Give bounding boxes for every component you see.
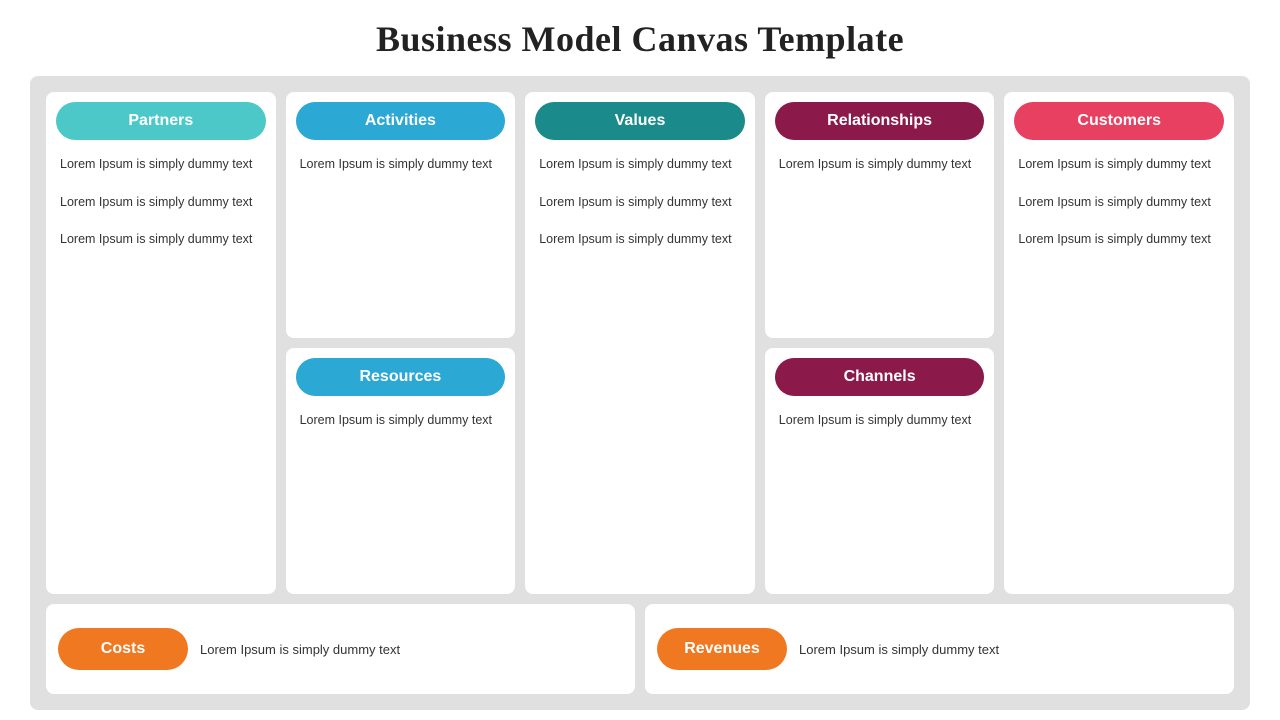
channels-text-1: Lorem Ipsum is simply dummy text xyxy=(779,404,981,438)
customers-cell: Customers Lorem Ipsum is simply dummy te… xyxy=(1004,92,1234,594)
channels-cell: Channels Lorem Ipsum is simply dummy tex… xyxy=(765,348,995,594)
customers-text-1: Lorem Ipsum is simply dummy text xyxy=(1018,148,1220,182)
resources-body: Lorem Ipsum is simply dummy text xyxy=(286,404,516,582)
relationships-body: Lorem Ipsum is simply dummy text xyxy=(765,148,995,326)
activities-resources-col: Activities Lorem Ipsum is simply dummy t… xyxy=(286,92,516,594)
partners-header: Partners xyxy=(56,102,266,140)
activities-body: Lorem Ipsum is simply dummy text xyxy=(286,148,516,326)
relationships-text-1: Lorem Ipsum is simply dummy text xyxy=(779,148,981,182)
values-header: Values xyxy=(535,102,745,140)
activities-header: Activities xyxy=(296,102,506,140)
revenues-text: Lorem Ipsum is simply dummy text xyxy=(799,642,999,657)
partners-text-2: Lorem Ipsum is simply dummy text xyxy=(60,186,262,220)
values-text-2: Lorem Ipsum is simply dummy text xyxy=(539,186,741,220)
customers-text-2: Lorem Ipsum is simply dummy text xyxy=(1018,186,1220,220)
partners-text-1: Lorem Ipsum is simply dummy text xyxy=(60,148,262,182)
relationships-cell: Relationships Lorem Ipsum is simply dumm… xyxy=(765,92,995,338)
revenues-header: Revenues xyxy=(657,628,787,670)
channels-header: Channels xyxy=(775,358,985,396)
partners-cell: Partners Lorem Ipsum is simply dummy tex… xyxy=(46,92,276,594)
values-cell: Values Lorem Ipsum is simply dummy text … xyxy=(525,92,755,594)
costs-cell: Costs Lorem Ipsum is simply dummy text xyxy=(46,604,635,694)
costs-text: Lorem Ipsum is simply dummy text xyxy=(200,642,400,657)
activities-cell: Activities Lorem Ipsum is simply dummy t… xyxy=(286,92,516,338)
partners-text-3: Lorem Ipsum is simply dummy text xyxy=(60,223,262,257)
values-text-3: Lorem Ipsum is simply dummy text xyxy=(539,223,741,257)
partners-body: Lorem Ipsum is simply dummy text Lorem I… xyxy=(46,148,276,582)
relationships-header: Relationships xyxy=(775,102,985,140)
resources-header: Resources xyxy=(296,358,506,396)
resources-text-1: Lorem Ipsum is simply dummy text xyxy=(300,404,502,438)
page-title: Business Model Canvas Template xyxy=(376,18,904,60)
values-body: Lorem Ipsum is simply dummy text Lorem I… xyxy=(525,148,755,582)
channels-body: Lorem Ipsum is simply dummy text xyxy=(765,404,995,582)
customers-header: Customers xyxy=(1014,102,1224,140)
activities-text-1: Lorem Ipsum is simply dummy text xyxy=(300,148,502,182)
top-grid: Partners Lorem Ipsum is simply dummy tex… xyxy=(46,92,1234,594)
customers-body: Lorem Ipsum is simply dummy text Lorem I… xyxy=(1004,148,1234,582)
revenues-cell: Revenues Lorem Ipsum is simply dummy tex… xyxy=(645,604,1234,694)
resources-cell: Resources Lorem Ipsum is simply dummy te… xyxy=(286,348,516,594)
customers-text-3: Lorem Ipsum is simply dummy text xyxy=(1018,223,1220,257)
values-text-1: Lorem Ipsum is simply dummy text xyxy=(539,148,741,182)
costs-header: Costs xyxy=(58,628,188,670)
bottom-row: Costs Lorem Ipsum is simply dummy text R… xyxy=(46,604,1234,694)
relationships-channels-col: Relationships Lorem Ipsum is simply dumm… xyxy=(765,92,995,594)
canvas-container: Partners Lorem Ipsum is simply dummy tex… xyxy=(30,76,1250,710)
